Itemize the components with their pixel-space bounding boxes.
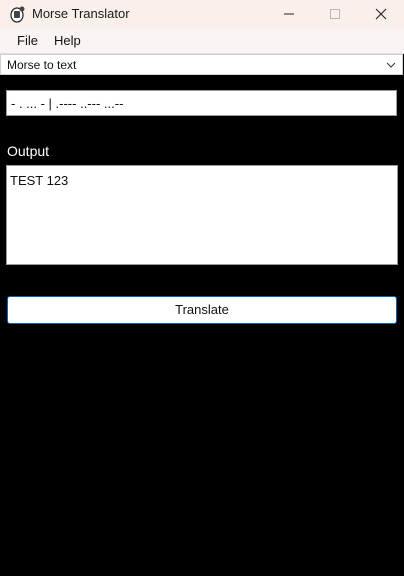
app-icon (10, 6, 25, 23)
title-bar[interactable]: Morse Translator (0, 0, 404, 28)
maximize-button[interactable] (312, 0, 358, 28)
morse-input[interactable] (6, 90, 397, 116)
translate-button[interactable]: Translate (7, 296, 397, 324)
output-label: Output (7, 143, 50, 159)
app-window: Morse Translator File Help Morse to text (0, 0, 404, 576)
mode-select-value: Morse to text (7, 58, 77, 72)
menu-file[interactable]: File (17, 33, 38, 48)
close-button[interactable] (358, 0, 404, 28)
minimize-icon (284, 13, 294, 15)
menu-bar: File Help (0, 28, 404, 54)
window-title: Morse Translator (32, 6, 130, 21)
chevron-down-icon (386, 62, 396, 68)
maximize-icon (330, 9, 340, 19)
output-text[interactable]: TEST 123 (6, 165, 398, 265)
menu-help[interactable]: Help (54, 33, 81, 48)
mode-select[interactable]: Morse to text (0, 54, 403, 75)
close-icon (375, 8, 387, 20)
minimize-button[interactable] (266, 0, 312, 28)
